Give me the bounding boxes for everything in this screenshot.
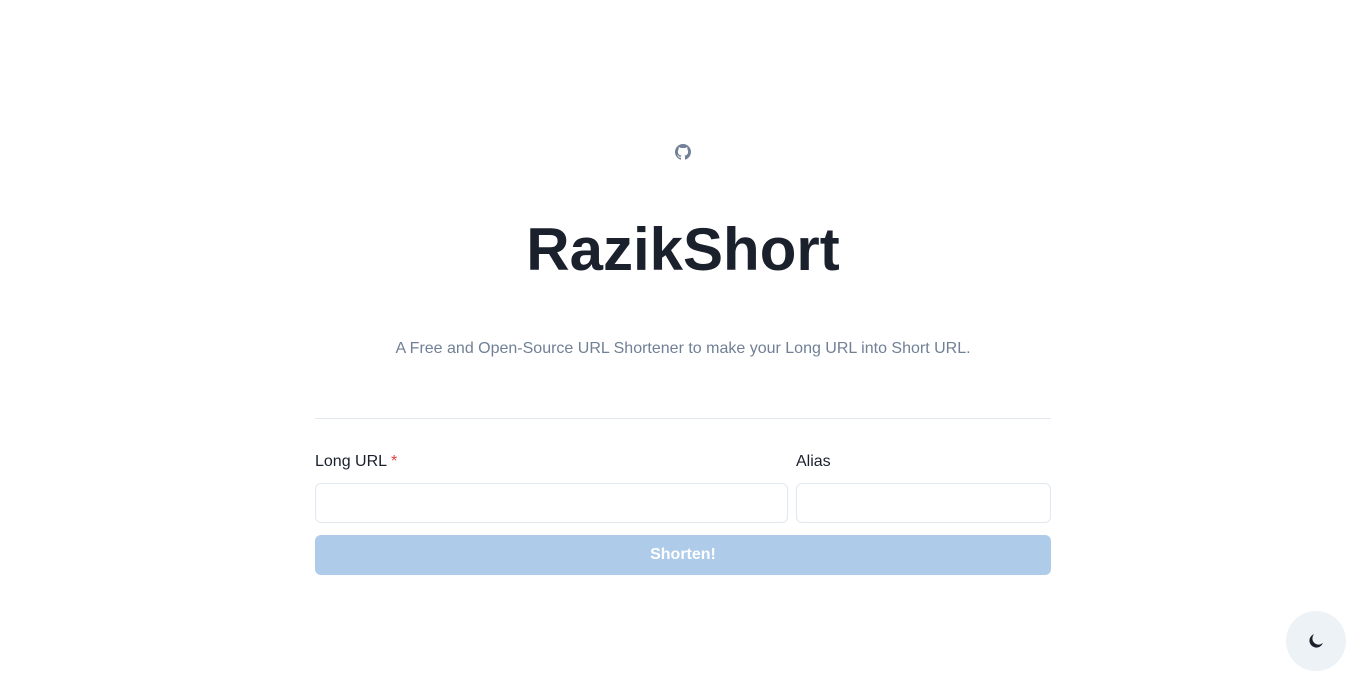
- alias-label: Alias: [796, 453, 831, 470]
- shorten-button[interactable]: Shorten!: [315, 535, 1051, 575]
- long-url-label: Long URL *: [315, 452, 397, 472]
- github-link[interactable]: [675, 144, 691, 160]
- long-url-input[interactable]: [315, 483, 788, 523]
- long-url-label-text: Long URL: [315, 453, 388, 470]
- page-title: RazikShort: [526, 216, 840, 283]
- github-icon: [675, 144, 691, 160]
- page: RazikShort A Free and Open-Source URL Sh…: [0, 0, 1366, 691]
- theme-toggle-button[interactable]: [1286, 611, 1346, 671]
- divider: [315, 418, 1051, 419]
- alias-input[interactable]: [796, 483, 1051, 523]
- page-subtitle: A Free and Open-Source URL Shortener to …: [395, 340, 971, 357]
- required-indicator: *: [391, 453, 398, 470]
- moon-icon: [1308, 633, 1324, 649]
